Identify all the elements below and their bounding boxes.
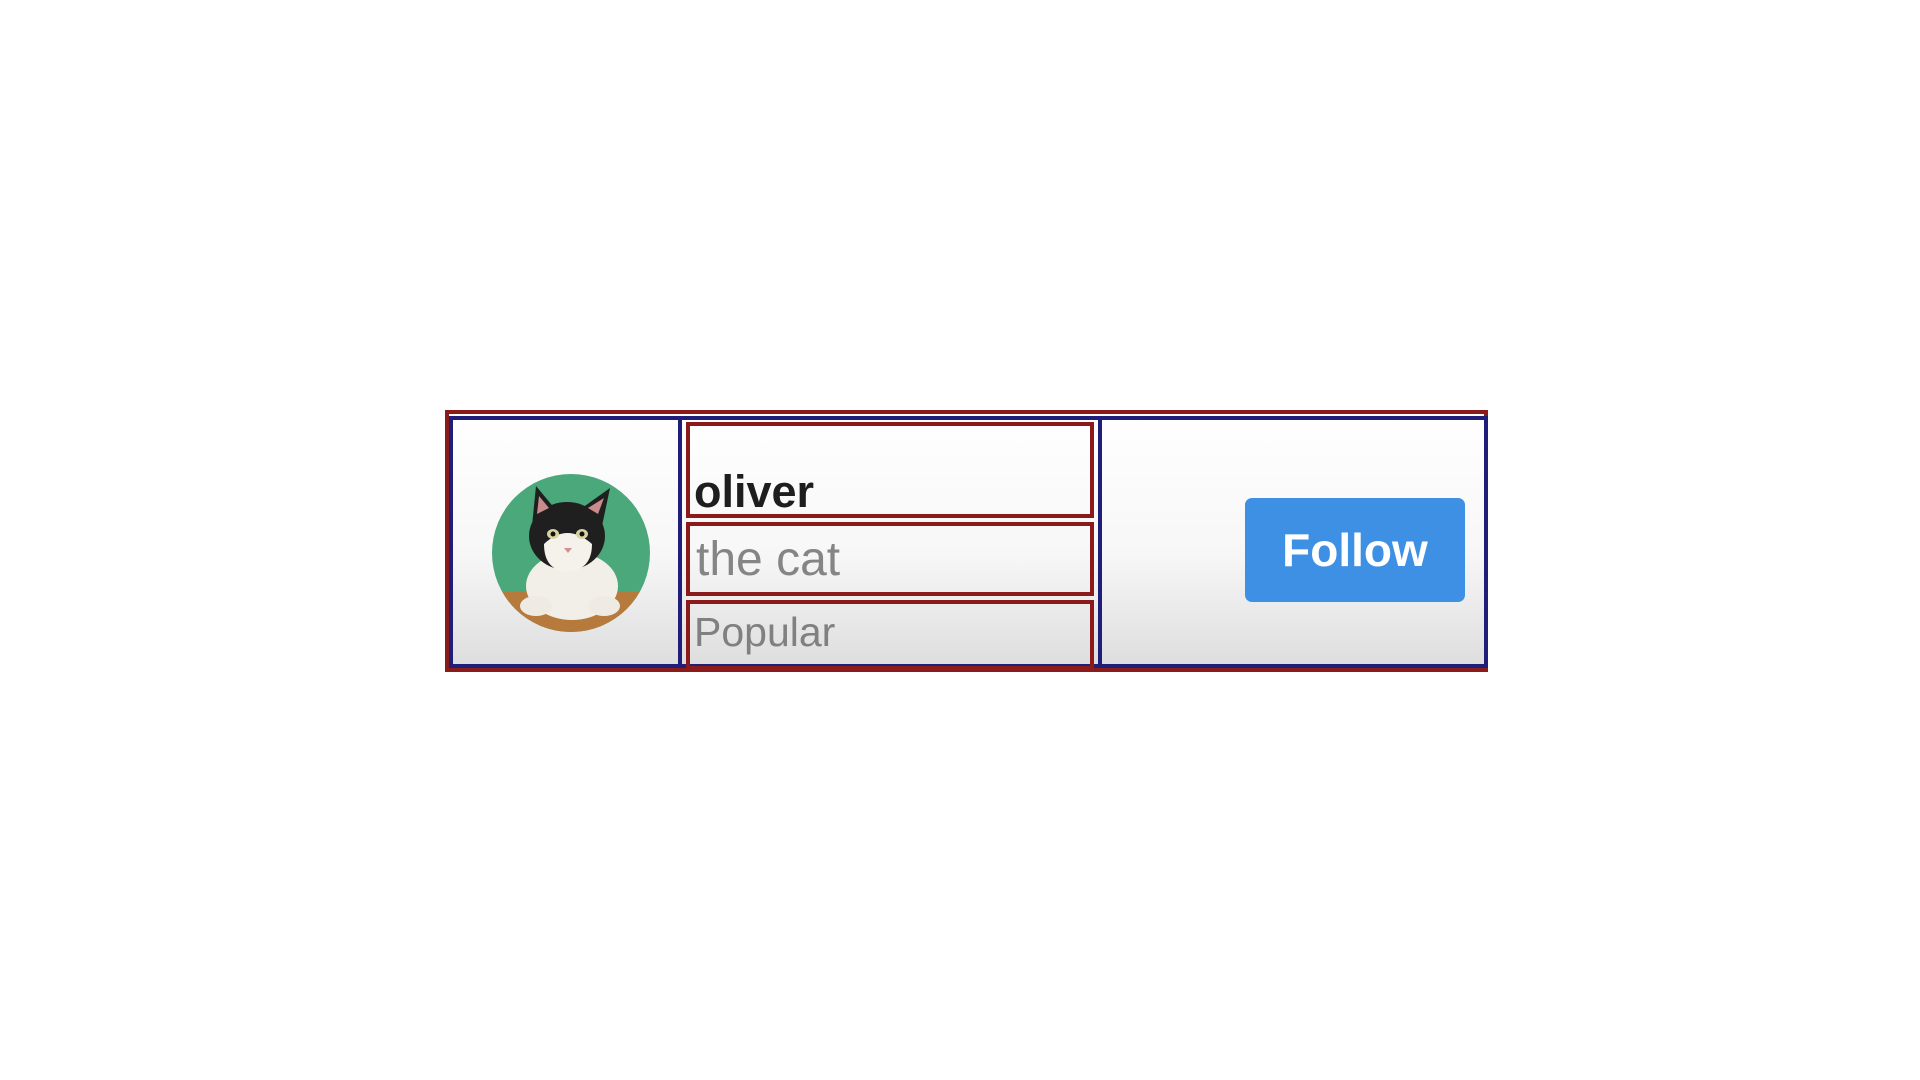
profile-name: oliver — [694, 466, 815, 517]
subtitle-row: the cat — [686, 522, 1094, 596]
follow-button[interactable]: Follow — [1245, 498, 1465, 602]
name-row: oliver — [686, 422, 1094, 518]
screen: oliver the cat Popular Follow — [0, 0, 1920, 1080]
info-column: oliver the cat Popular — [682, 416, 1098, 670]
cat-avatar-icon — [492, 474, 650, 632]
profile-card: oliver the cat Popular Follow — [445, 410, 1488, 672]
action-column: Follow — [1098, 416, 1488, 668]
status-row: Popular — [686, 600, 1094, 670]
profile-subtitle: the cat — [696, 533, 841, 586]
profile-status: Popular — [694, 609, 836, 655]
avatar-column — [449, 416, 682, 668]
avatar — [492, 474, 650, 632]
